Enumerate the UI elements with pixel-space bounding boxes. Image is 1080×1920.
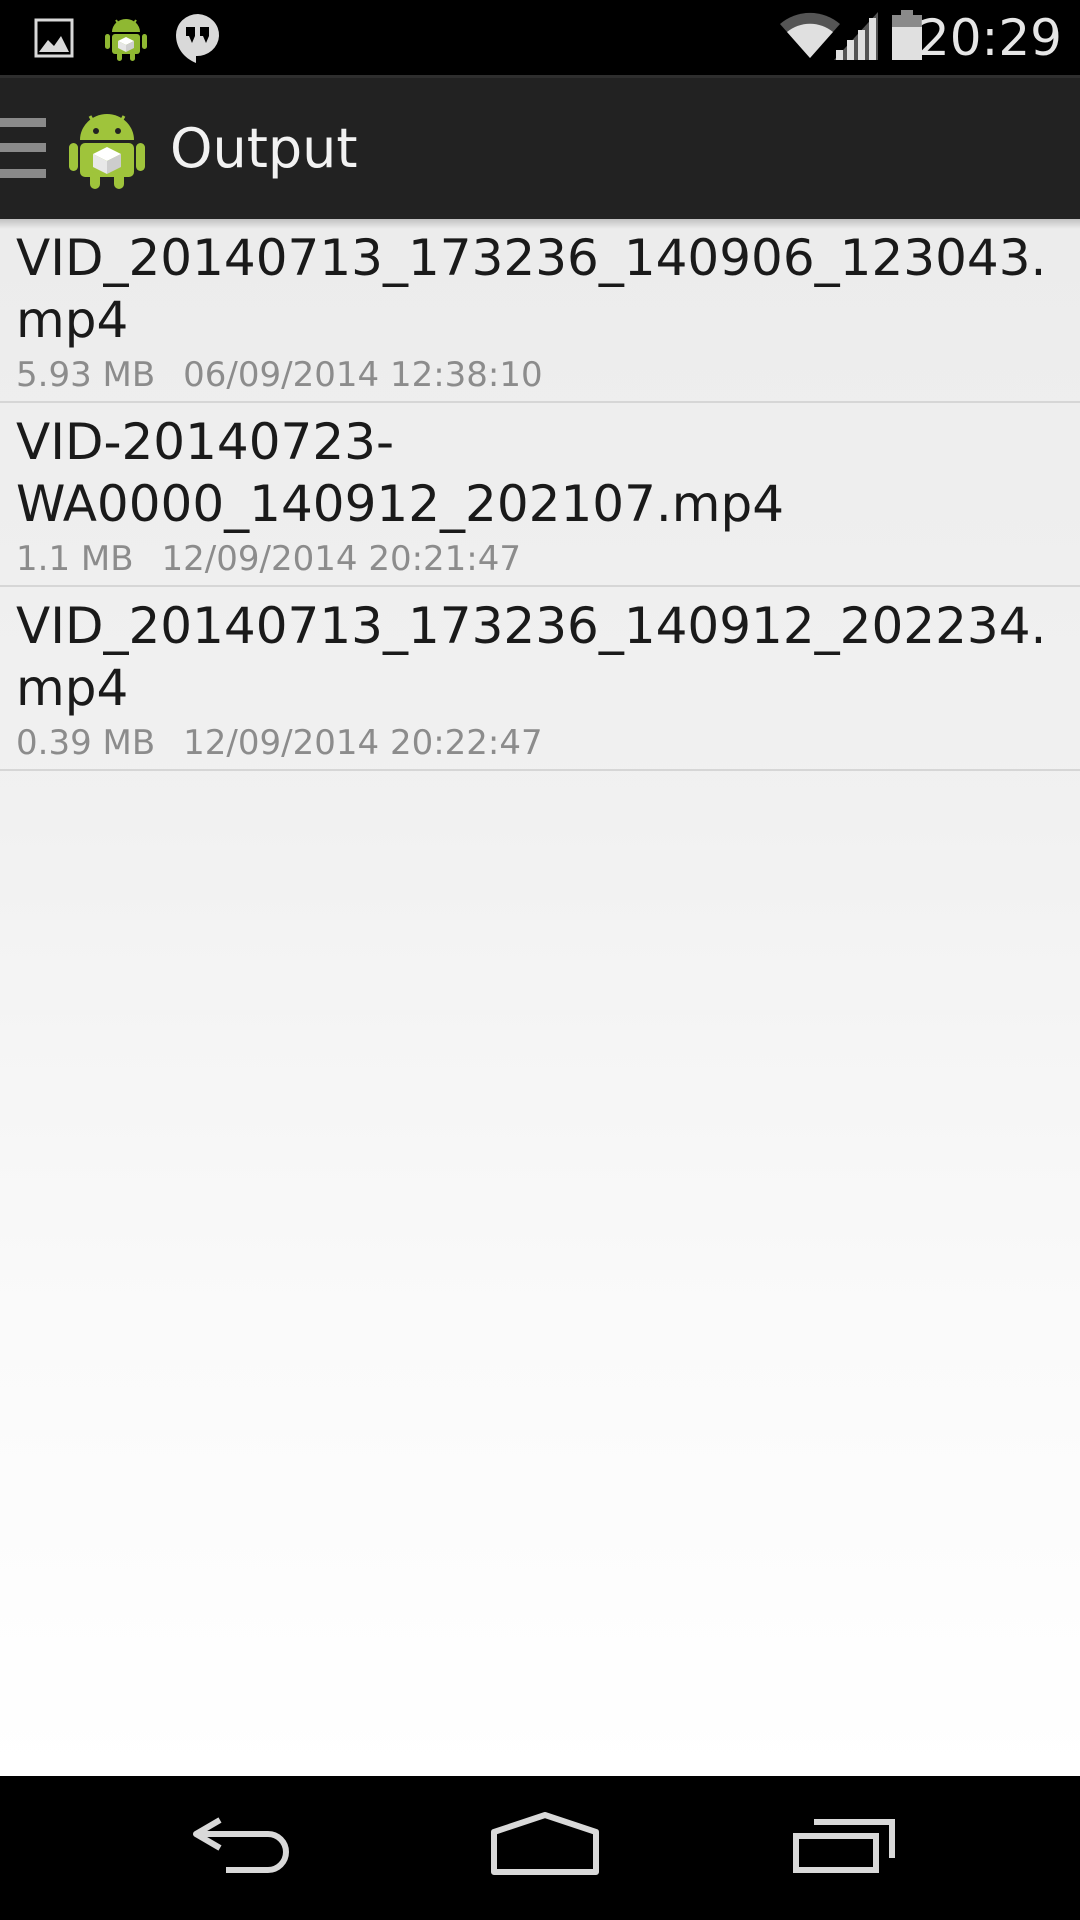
action-bar: Output (0, 75, 1080, 219)
file-list-item[interactable]: VID_20140713_173236_140906_123043.mp4 5.… (0, 219, 1080, 403)
file-meta: 0.39 MB 12/09/2014 20:22:47 (16, 723, 543, 763)
cell-signal-icon (834, 12, 878, 60)
navigation-bar (0, 1776, 1080, 1920)
status-bar: 20:29 (0, 0, 1080, 75)
file-list-item[interactable]: VID-20140723-WA0000_140912_202107.mp4 1.… (0, 403, 1080, 587)
back-button[interactable] (140, 1776, 340, 1920)
file-meta: 5.93 MB 06/09/2014 12:38:10 (16, 355, 543, 395)
file-size: 0.39 MB (16, 723, 156, 763)
file-list-item[interactable]: VID_20140713_173236_140912_202234.mp4 0.… (0, 587, 1080, 771)
file-name: VID_20140713_173236_140906_123043.mp4 (16, 229, 1047, 349)
file-date: 12/09/2014 20:22:47 (183, 723, 543, 763)
android-app-icon (105, 19, 147, 61)
file-size: 5.93 MB (16, 355, 156, 395)
file-name: VID_20140713_173236_140912_202234.mp4 (16, 597, 1047, 717)
home-icon (491, 1812, 599, 1875)
file-list-container: VID_20140713_173236_140906_123043.mp4 5.… (0, 219, 1080, 1776)
file-name-text: VID-20140723-WA0000_140912_202107.mp4 (16, 413, 785, 533)
app-icon (69, 114, 145, 189)
back-icon (193, 1817, 289, 1873)
file-date: 12/09/2014 20:21:47 (161, 539, 522, 579)
wifi-icon (780, 12, 840, 58)
file-meta: 1.1 MB 12/09/2014 20:21:47 (16, 539, 521, 579)
recents-icon (793, 1819, 895, 1873)
file-list: VID_20140713_173236_140906_123043.mp4 5.… (0, 219, 1080, 771)
menu-icon (0, 118, 46, 180)
page-title: Output (170, 117, 358, 180)
home-button[interactable] (440, 1776, 640, 1920)
hangouts-icon (176, 14, 220, 63)
clock: 20:29 (917, 9, 1062, 67)
file-size: 1.1 MB (16, 539, 134, 579)
file-date: 06/09/2014 12:38:10 (183, 355, 543, 395)
file-name: VID-20140723-WA0000_140912_202107.mp4 (16, 411, 1066, 535)
drawer-toggle-button[interactable] (0, 78, 160, 219)
gallery-icon (34, 18, 74, 58)
recents-button[interactable] (740, 1776, 940, 1920)
